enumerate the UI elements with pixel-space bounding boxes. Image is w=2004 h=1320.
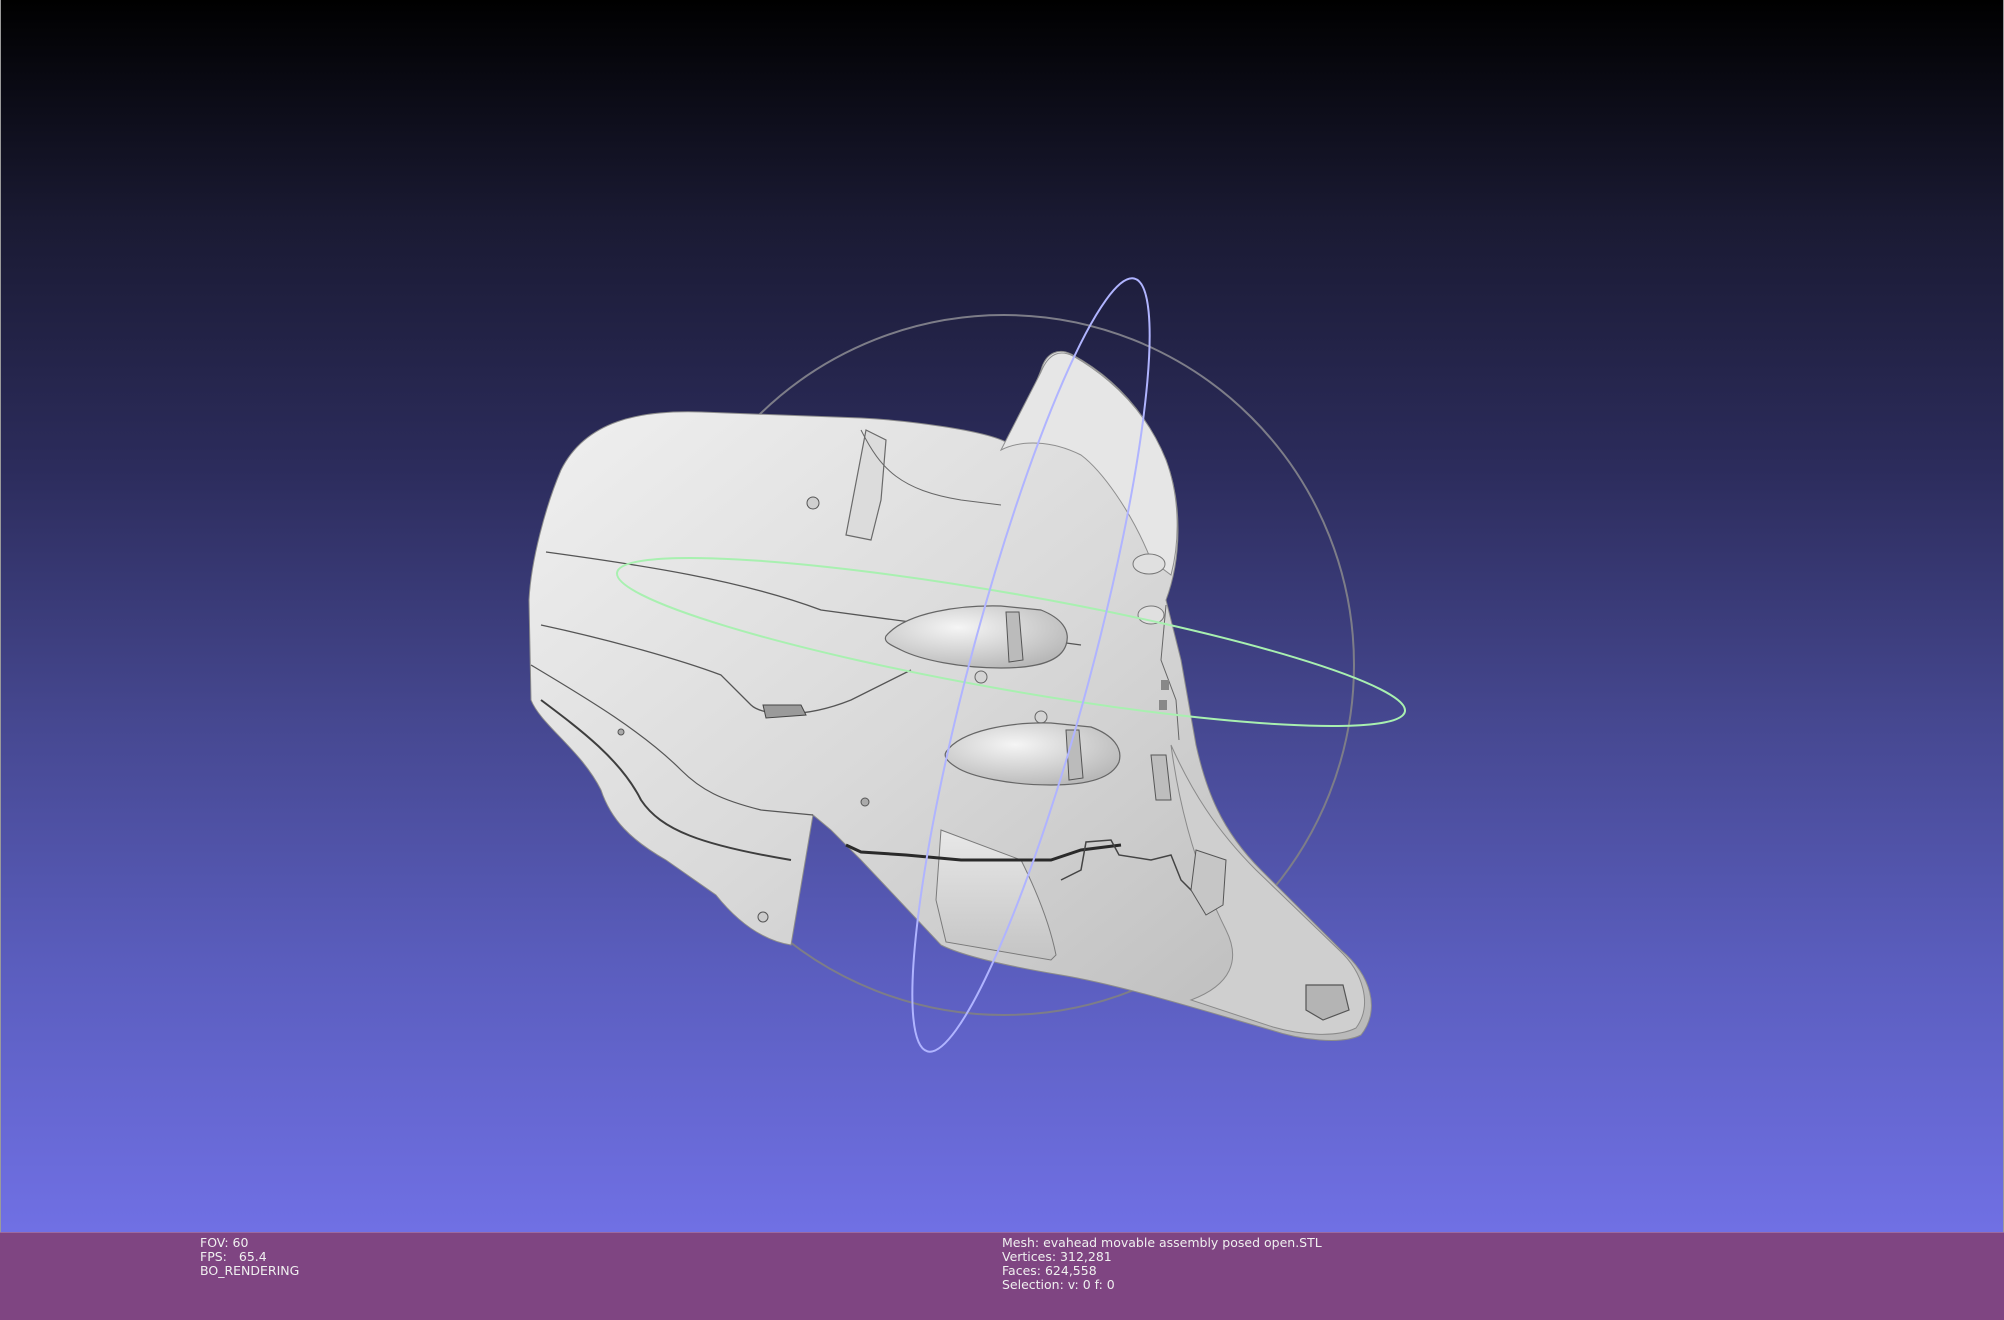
rivet xyxy=(757,911,769,923)
rivet xyxy=(974,670,988,684)
mesh-name-readout: Mesh: evahead movable assembly posed ope… xyxy=(1002,1235,1322,1250)
mesh-info: Mesh: evahead movable assembly posed ope… xyxy=(1002,1236,1322,1292)
render-info: FOV: 60 FPS: 65.4 BO_RENDERING xyxy=(200,1236,299,1278)
vertices-readout: Vertices: 312,281 xyxy=(1002,1249,1112,1264)
helmet-mesh xyxy=(528,350,1372,1041)
selection-readout: Selection: v: 0 f: 0 xyxy=(1002,1277,1115,1292)
rivet xyxy=(806,496,820,510)
fps-value: 65.4 xyxy=(238,1249,267,1264)
rivet xyxy=(1034,710,1048,724)
rivet xyxy=(617,728,625,736)
side-notch xyxy=(1159,700,1167,710)
status-info-bar: FOV: 60 FPS: 65.4 BO_RENDERING Mesh: evah… xyxy=(0,1232,2004,1320)
faces-readout: Faces: 624,558 xyxy=(1002,1263,1097,1278)
fps-label: FPS: xyxy=(200,1249,227,1264)
3d-viewport[interactable] xyxy=(0,0,2004,1232)
fov-readout: FOV: 60 xyxy=(200,1235,249,1250)
mesh-scene[interactable] xyxy=(1,0,2004,1232)
side-notch xyxy=(1161,680,1169,690)
fps-readout: FPS: 65.4 xyxy=(200,1250,299,1264)
render-mode-readout: BO_RENDERING xyxy=(200,1263,300,1278)
side-bump xyxy=(1132,553,1166,575)
rivet xyxy=(860,797,870,807)
